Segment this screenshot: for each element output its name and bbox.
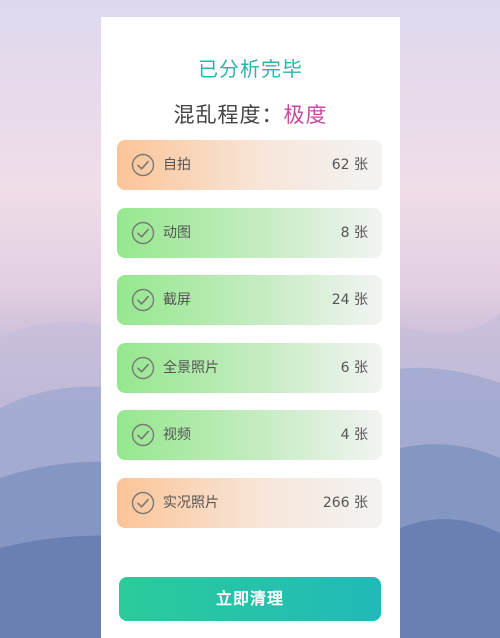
category-row-live-photo[interactable]: 实况照片 266 张	[117, 478, 382, 528]
clutter-level: 混乱程度：极度	[101, 99, 400, 129]
check-circle-icon	[131, 356, 155, 380]
category-count: 266 张	[322, 495, 368, 511]
category-row-screenshot[interactable]: 截屏 24 张	[117, 275, 382, 325]
category-count: 24 张	[331, 292, 368, 308]
check-circle-icon	[131, 288, 155, 312]
category-count: 8 张	[340, 225, 368, 241]
category-row-selfie[interactable]: 自拍 62 张	[117, 140, 382, 190]
category-row-gif[interactable]: 动图 8 张	[117, 208, 382, 258]
clutter-level-value: 极度	[283, 103, 328, 127]
clutter-level-label: 混乱程度：	[173, 103, 284, 127]
category-row-panorama[interactable]: 全景照片 6 张	[117, 343, 382, 393]
category-label: 实况照片	[163, 495, 219, 511]
category-label: 视频	[163, 427, 191, 443]
category-row-video[interactable]: 视频 4 张	[117, 410, 382, 460]
category-label: 动图	[163, 225, 191, 241]
check-circle-icon	[131, 221, 155, 245]
category-count: 62 张	[331, 157, 368, 173]
check-circle-icon	[131, 153, 155, 177]
category-label: 全景照片	[163, 360, 219, 376]
analysis-card: 已分析完毕 混乱程度：极度 自拍 62 张 动图 8 张 截屏 24 张 全景照…	[101, 17, 400, 638]
status-title: 已分析完毕	[198, 57, 303, 81]
category-label: 截屏	[163, 292, 191, 308]
check-circle-icon	[131, 423, 155, 447]
clean-now-button[interactable]: 立即清理	[119, 577, 381, 621]
check-circle-icon	[131, 491, 155, 515]
category-count: 4 张	[340, 427, 368, 443]
category-label: 自拍	[163, 157, 191, 173]
category-count: 6 张	[340, 360, 368, 376]
